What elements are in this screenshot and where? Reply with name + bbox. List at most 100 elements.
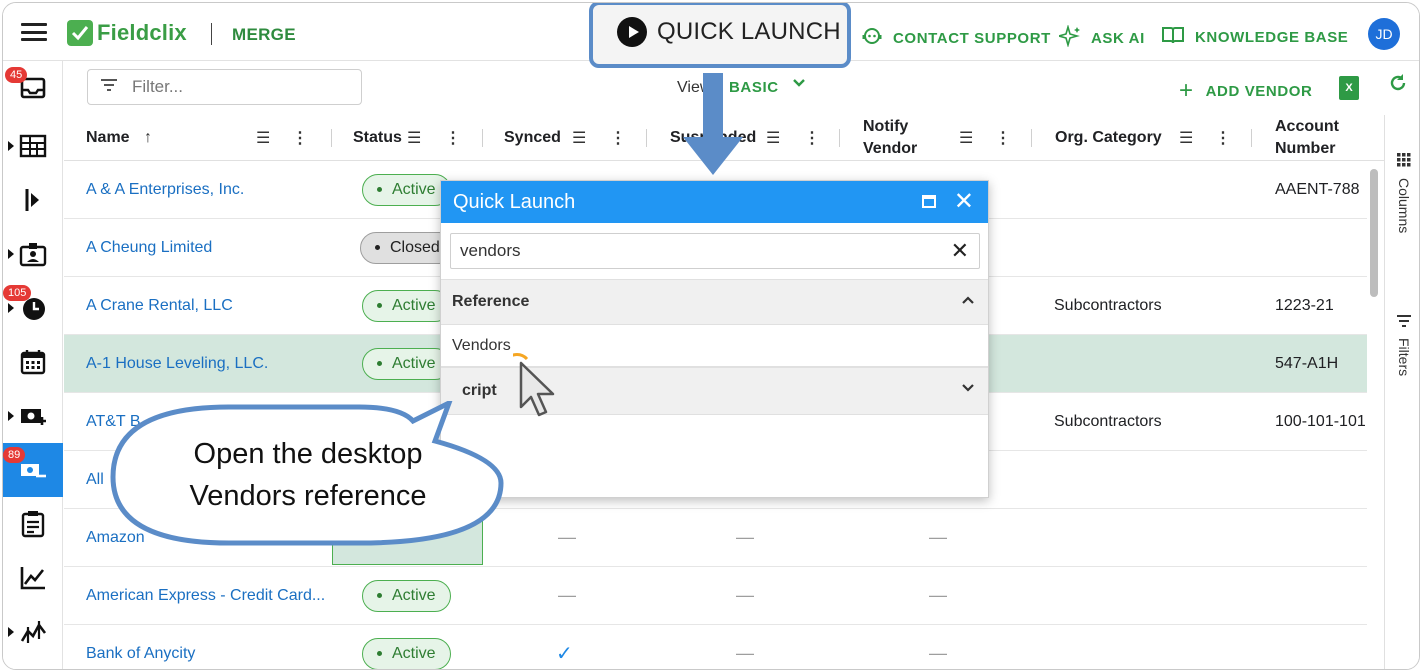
expand-caret-icon — [8, 141, 14, 151]
synced-value: — — [558, 527, 576, 547]
expand-caret-icon — [8, 303, 14, 313]
play-icon — [617, 17, 647, 47]
knowledge-base-link[interactable]: KNOWLEDGE BASE — [1161, 25, 1348, 50]
time-badge: 105 — [3, 285, 32, 301]
sidebar-item-contacts[interactable] — [3, 227, 63, 281]
id-badge-icon — [19, 243, 47, 267]
add-vendor-label: ADD VENDOR — [1205, 82, 1313, 100]
filter-lines-icon — [100, 78, 118, 97]
checkmark-logo-icon — [67, 20, 93, 46]
module-name[interactable]: MERGE — [232, 25, 296, 45]
add-vendor-button[interactable]: + ADD VENDOR — [1179, 77, 1312, 105]
quick-launch-label: QUICK LAUNCH — [657, 18, 841, 45]
excel-export-icon[interactable]: X — [1339, 76, 1359, 100]
refresh-icon[interactable] — [1388, 73, 1408, 99]
filter-input[interactable]: Filter... — [87, 69, 362, 105]
vendor-name-link[interactable]: A-1 House Leveling, LLC. — [86, 335, 268, 392]
sidebar-item-reports[interactable] — [3, 551, 63, 605]
quick-launch-search-input[interactable]: vendors ✕ — [450, 233, 980, 269]
sidebar-item-dispatch[interactable] — [3, 173, 63, 227]
close-icon[interactable]: ✕ — [954, 187, 974, 216]
avatar[interactable]: JD — [1368, 18, 1400, 50]
vendor-name-link[interactable]: A Crane Rental, LLC — [86, 277, 233, 334]
column-header-org-category[interactable]: Org. Category ☰ ⋮ — [1055, 115, 1235, 161]
table-grid-icon — [19, 134, 47, 158]
column-menu-icon[interactable]: ⋮ — [804, 128, 820, 148]
columns-panel-toggle[interactable]: Columns — [1385, 153, 1419, 234]
suspended-value: — — [736, 643, 754, 663]
column-divider[interactable] — [1031, 129, 1032, 147]
search-value: vendors — [460, 241, 521, 260]
support-agent-icon — [861, 25, 883, 52]
column-header-synced[interactable]: Synced ☰ ⋮ — [504, 115, 644, 161]
app-window: Fieldclix MERGE QUICK LAUNCH CONTACT SUP… — [2, 2, 1420, 670]
sidebar-item-analytics[interactable] — [3, 605, 63, 659]
vertical-scrollbar[interactable] — [1367, 161, 1381, 669]
chevron-up-icon[interactable] — [960, 292, 976, 313]
sidebar: 45 105 89 — [3, 61, 63, 669]
org-category: Subcontractors — [1054, 412, 1162, 430]
play-flag-icon — [25, 189, 39, 211]
sidebar-item-billing[interactable] — [3, 389, 63, 443]
sidebar-item-checklists[interactable] — [3, 497, 63, 551]
book-icon — [1161, 25, 1185, 50]
view-select[interactable]: BASIC — [729, 79, 779, 96]
column-divider[interactable] — [482, 129, 483, 147]
column-filter-icon[interactable]: ☰ — [766, 128, 780, 148]
sidebar-item-grid[interactable] — [3, 119, 63, 173]
line-chart-icon — [20, 567, 45, 590]
column-filter-icon[interactable]: ☰ — [572, 128, 586, 148]
column-menu-icon[interactable]: ⋮ — [995, 128, 1011, 148]
column-menu-icon[interactable]: ⋮ — [610, 128, 626, 148]
sidebar-item-time[interactable]: 105 — [3, 281, 63, 335]
calendar-icon — [20, 350, 46, 375]
column-header-account-number[interactable]: Account Number — [1275, 115, 1355, 161]
column-menu-icon[interactable]: ⋮ — [445, 128, 461, 148]
column-menu-icon[interactable]: ⋮ — [1215, 128, 1231, 148]
table-row[interactable]: Bank of Anycity Active ✓ — — — [64, 625, 1367, 669]
chevron-down-icon[interactable] — [960, 380, 976, 401]
status-badge: Active — [362, 637, 451, 669]
column-header-name[interactable]: Name ↑ ☰ ⋮ — [86, 115, 326, 161]
maximize-icon[interactable] — [922, 195, 936, 208]
vendor-name-link[interactable]: American Express - Credit Card... — [86, 567, 325, 624]
hamburger-menu-icon[interactable] — [21, 23, 47, 41]
column-divider[interactable] — [646, 129, 647, 147]
plus-icon: + — [1179, 77, 1194, 104]
dialog-title: Quick Launch — [453, 190, 576, 213]
column-divider[interactable] — [331, 129, 332, 147]
vendor-name-link[interactable]: A & A Enterprises, Inc. — [86, 161, 244, 218]
sidebar-item-inbox[interactable]: 45 — [3, 61, 63, 115]
account-number: 100-101-101 — [1275, 412, 1366, 430]
vendor-name-link[interactable]: All — [86, 451, 104, 508]
click-cursor-icon — [503, 343, 569, 424]
filters-panel-toggle[interactable]: Filters — [1385, 315, 1419, 376]
column-divider[interactable] — [1251, 129, 1252, 147]
top-bar: Fieldclix MERGE QUICK LAUNCH CONTACT SUP… — [3, 3, 1419, 68]
logo[interactable]: Fieldclix — [67, 20, 187, 46]
vendor-name-link[interactable]: A Cheung Limited — [86, 219, 212, 276]
column-menu-icon[interactable]: ⋮ — [292, 128, 308, 148]
columns-label: Columns — [1396, 178, 1412, 234]
column-header-notify-vendor[interactable]: Notify Vendor ☰ ⋮ — [863, 115, 1013, 161]
column-filter-icon[interactable]: ☰ — [959, 128, 973, 148]
column-filter-icon[interactable]: ☰ — [256, 128, 270, 148]
contact-support-link[interactable]: CONTACT SUPPORT — [861, 25, 1051, 52]
column-filter-icon[interactable]: ☰ — [407, 128, 421, 148]
expand-caret-icon — [8, 411, 14, 421]
ask-ai-link[interactable]: ASK AI — [1056, 24, 1145, 52]
vendor-name-link[interactable]: Bank of Anycity — [86, 625, 195, 669]
table-row[interactable]: American Express - Credit Card... Active… — [64, 567, 1367, 625]
sort-up-arrow-icon[interactable]: ↑ — [144, 129, 152, 147]
section-reference[interactable]: Reference — [441, 279, 988, 325]
chevron-down-icon[interactable] — [791, 75, 807, 96]
scrollbar-thumb[interactable] — [1370, 169, 1378, 297]
clear-search-icon[interactable]: ✕ — [951, 238, 969, 264]
annotation-arrow-head — [683, 137, 743, 175]
quick-launch-button[interactable]: QUICK LAUNCH — [617, 17, 841, 47]
column-header-status[interactable]: Status ☰ ⋮ — [353, 115, 483, 161]
column-filter-icon[interactable]: ☰ — [1179, 128, 1193, 148]
sidebar-item-calendar[interactable] — [3, 335, 63, 389]
column-divider[interactable] — [839, 129, 840, 147]
sidebar-item-vendors[interactable]: 89 — [3, 443, 63, 497]
